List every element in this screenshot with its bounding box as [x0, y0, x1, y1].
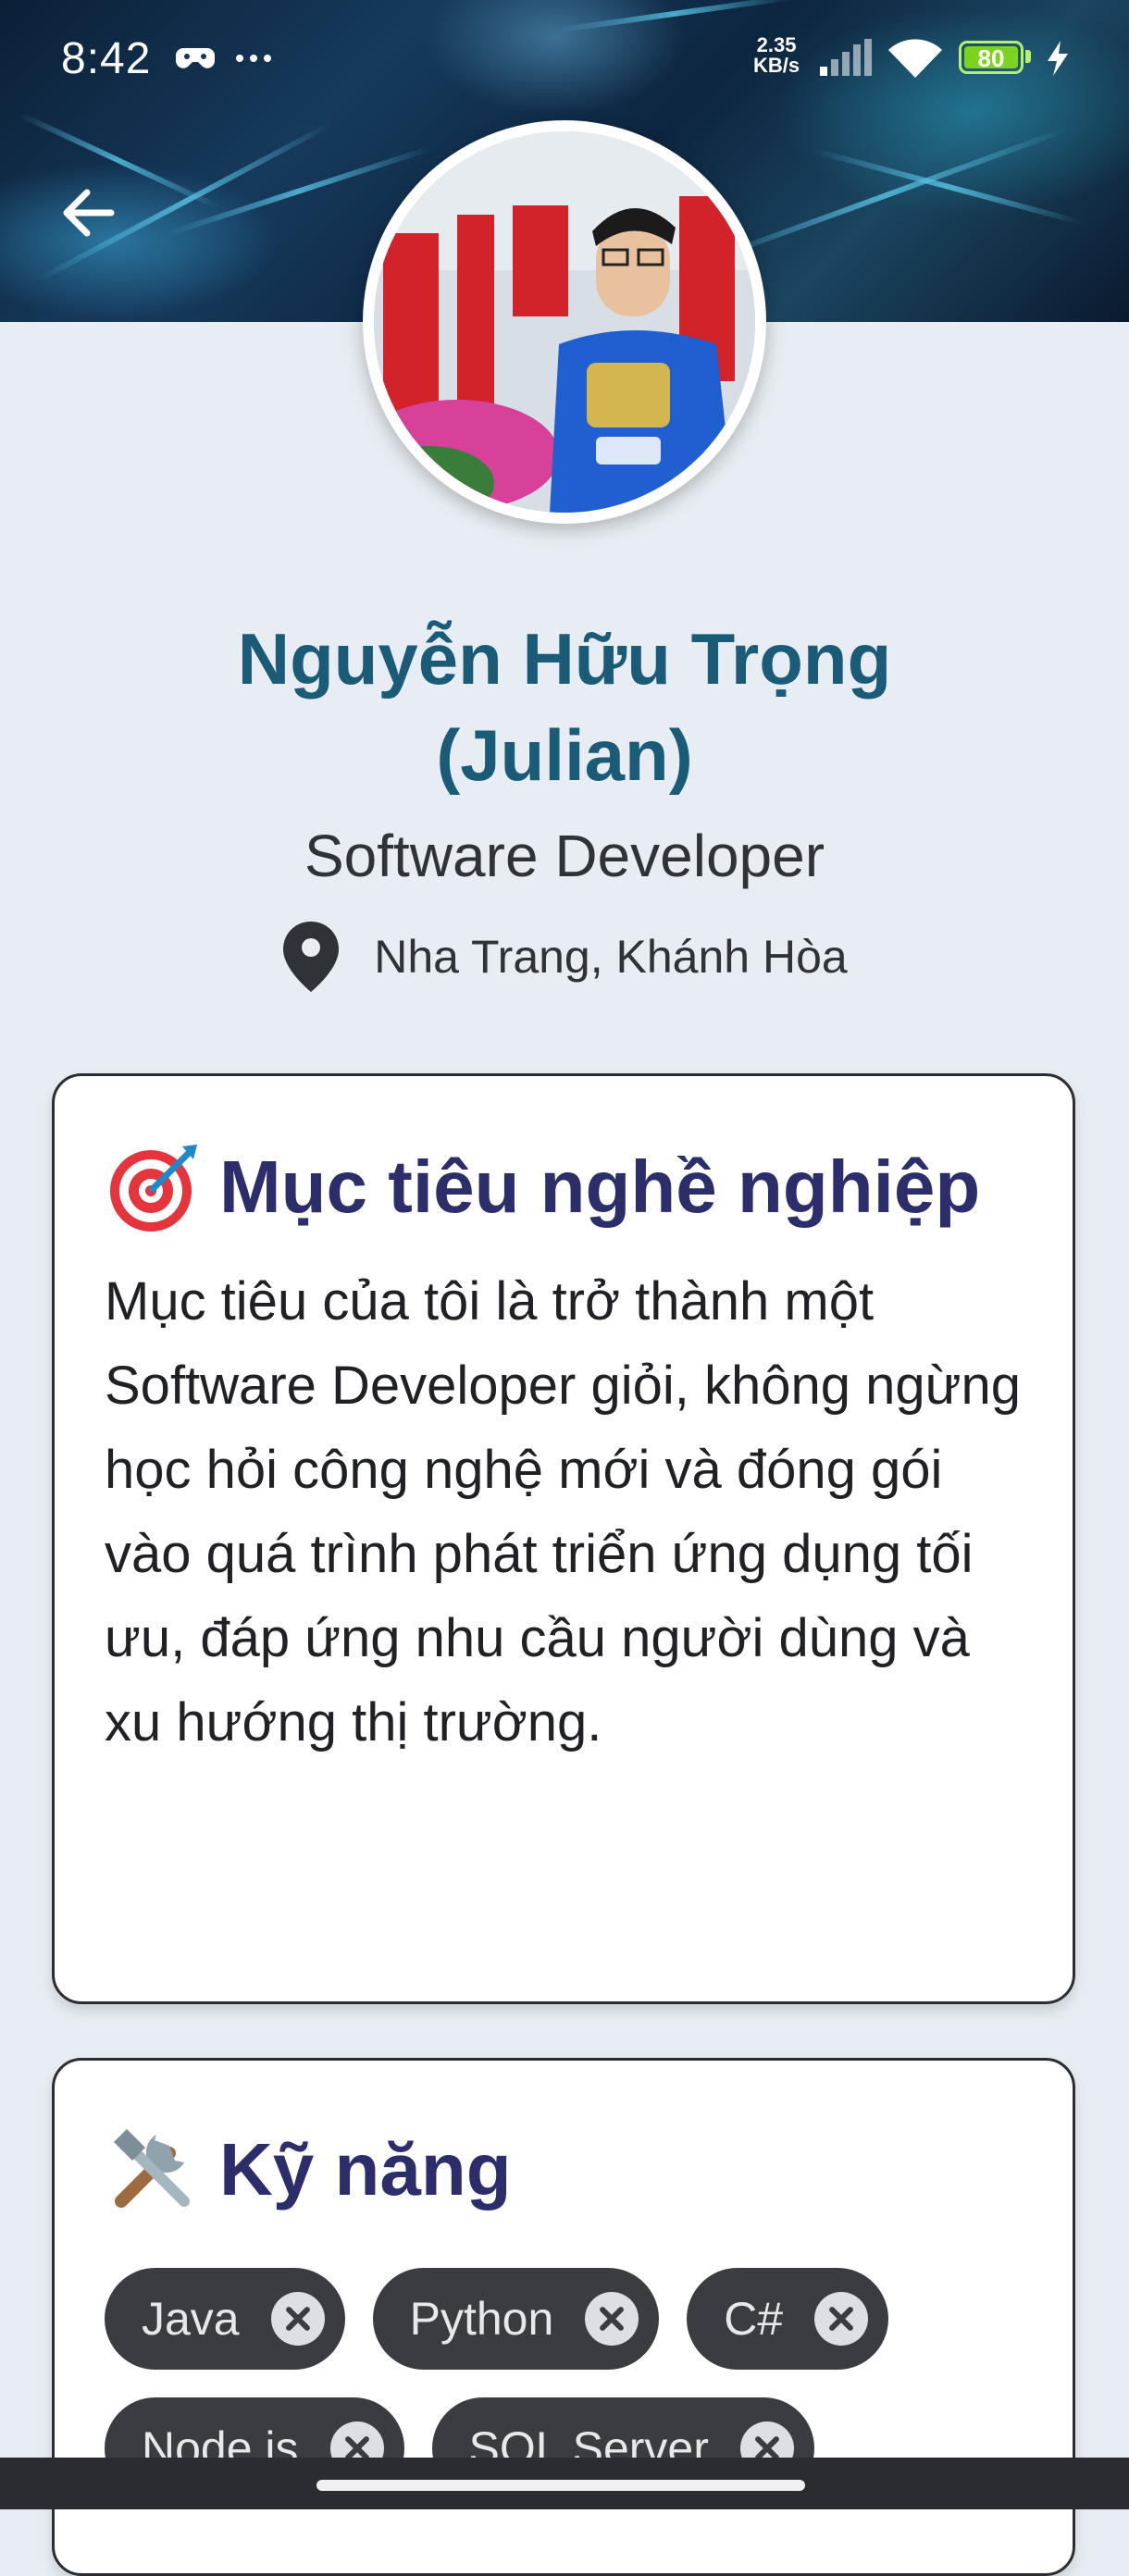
wifi-icon [888, 39, 942, 78]
career-goal-card: Mục tiêu nghề nghiệp Mục tiêu của tôi là… [52, 1073, 1075, 2004]
back-button[interactable] [54, 176, 128, 250]
profile-photo [374, 131, 755, 513]
remove-chip-icon[interactable] [814, 2292, 869, 2346]
more-dots-icon [236, 55, 271, 62]
skills-title: Kỹ năng [105, 2122, 1023, 2218]
tools-icon [114, 2129, 190, 2208]
battery-icon: 80 [959, 41, 1024, 74]
profile-name: Nguyễn Hữu Trọng (Julian) [237, 618, 892, 796]
arrow-left-icon [63, 189, 115, 237]
signal-icon [820, 39, 872, 76]
skill-chip[interactable]: C# [687, 2268, 889, 2370]
career-goal-text: Mục tiêu của tôi là trở thành một Softwa… [105, 1271, 1021, 1752]
map-pin-icon [283, 922, 340, 992]
network-speed: 2.35 KB/s [753, 33, 800, 77]
status-bar: 8:42 2.35 KB/s 80 [0, 0, 1129, 111]
profile-role: Software Developer [304, 823, 825, 889]
career-goal-title: Mục tiêu nghề nghiệp [105, 1139, 1023, 1235]
skill-chip[interactable]: Java [105, 2268, 345, 2370]
game-controller-icon [176, 48, 215, 68]
remove-chip-icon[interactable] [270, 2292, 325, 2346]
avatar[interactable] [363, 120, 766, 524]
status-time: 8:42 [61, 34, 152, 83]
skill-chip[interactable]: Python [372, 2268, 660, 2370]
target-icon [110, 1145, 197, 1232]
home-indicator[interactable] [316, 2480, 805, 2491]
profile-location: Nha Trang, Khánh Hòa [0, 920, 1129, 994]
location-text: Nha Trang, Khánh Hòa [374, 931, 848, 983]
remove-chip-icon[interactable] [585, 2292, 639, 2346]
charging-icon [1048, 41, 1068, 76]
